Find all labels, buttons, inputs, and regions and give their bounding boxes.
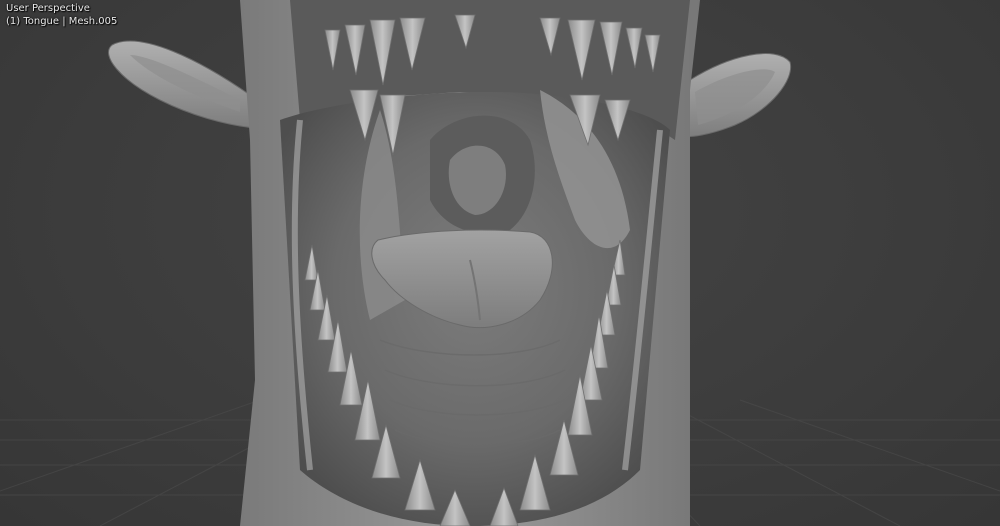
viewport-info-overlay: User Perspective (1) Tongue | Mesh.005 [6, 2, 117, 28]
view-name-label: User Perspective [6, 3, 90, 14]
scene-render [0, 0, 1000, 526]
3d-viewport[interactable]: User Perspective (1) Tongue | Mesh.005 [0, 0, 1000, 526]
object-info-label: (1) Tongue | Mesh.005 [6, 16, 118, 27]
